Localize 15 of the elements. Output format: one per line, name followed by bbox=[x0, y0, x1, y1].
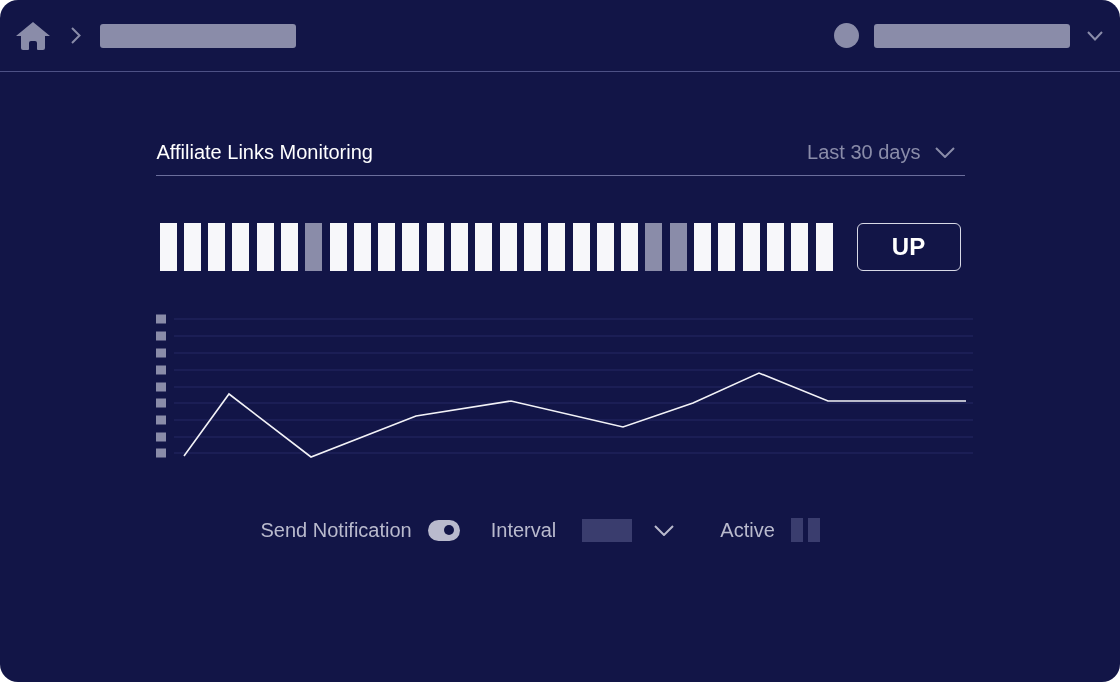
interval-field[interactable] bbox=[582, 518, 633, 542]
status-button[interactable]: UP bbox=[856, 223, 961, 271]
chevron-right-icon bbox=[71, 27, 81, 44]
home-icon[interactable] bbox=[16, 21, 50, 50]
control-label: Interval bbox=[490, 518, 557, 542]
chevron-down-icon[interactable] bbox=[1087, 30, 1103, 41]
pause-icon bbox=[790, 518, 820, 542]
chevron-down-icon[interactable] bbox=[654, 524, 675, 536]
control-label: Active bbox=[720, 518, 775, 542]
panel-title: Affiliate Links Monitoring bbox=[155, 140, 373, 165]
period-dropdown[interactable]: Last 30 days bbox=[807, 138, 965, 166]
control-label: Send Notification bbox=[260, 518, 412, 542]
avatar-icon[interactable] bbox=[834, 23, 859, 48]
chevron-down-icon bbox=[934, 146, 955, 158]
notification-toggle[interactable] bbox=[427, 519, 460, 541]
